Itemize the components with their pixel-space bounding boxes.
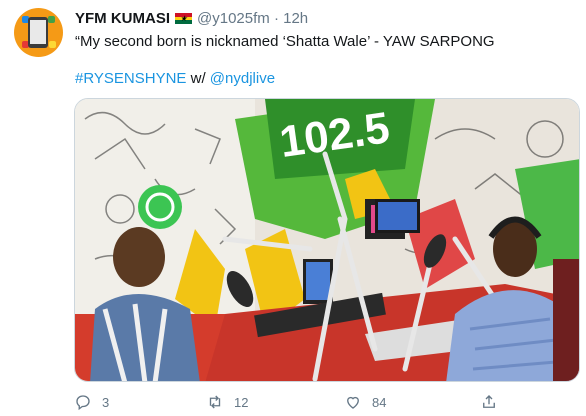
like-count: 84 xyxy=(372,394,387,410)
tweet-tags: #RYSENSHYNE w/ @nydjlive xyxy=(75,69,275,89)
with-text: w/ xyxy=(186,70,210,87)
studio-photo: 102.5 xyxy=(75,99,579,381)
retweet-count: 12 xyxy=(234,394,249,410)
hashtag-link[interactable]: #RYSENSHYNE xyxy=(75,70,186,87)
retweet-icon xyxy=(209,395,221,409)
share-icon xyxy=(483,395,495,408)
avatar[interactable] xyxy=(14,8,63,57)
like-button[interactable]: 84 xyxy=(344,392,386,412)
retweet-button[interactable]: 12 xyxy=(206,392,248,412)
tweet-photo[interactable]: 102.5 xyxy=(74,98,580,382)
share-button[interactable] xyxy=(480,392,498,412)
ghana-flag-icon: ★ xyxy=(175,13,192,24)
mention-link[interactable]: @nydjlive xyxy=(210,70,275,87)
heart-icon xyxy=(347,396,359,409)
tweet-actions: 3 12 84 xyxy=(74,392,580,412)
avatar-dot xyxy=(49,41,56,48)
user-handle[interactable]: @y1025fm xyxy=(197,10,270,27)
phone-screen xyxy=(30,20,46,44)
tweet: YFM KUMASI ★ @y1025fm · 12h “My second bor… xyxy=(0,0,586,416)
display-name[interactable]: YFM KUMASI xyxy=(75,10,170,27)
avatar-dot xyxy=(48,16,55,23)
timestamp[interactable]: 12h xyxy=(283,10,308,27)
separator: · xyxy=(273,10,279,27)
reply-count: 3 xyxy=(102,394,110,410)
tweet-text: “My second born is nicknamed ‘Shatta Wal… xyxy=(75,33,495,50)
reply-button[interactable]: 3 xyxy=(74,392,109,412)
tweet-header: YFM KUMASI ★ @y1025fm · 12h xyxy=(75,9,308,29)
reply-icon xyxy=(76,395,90,411)
